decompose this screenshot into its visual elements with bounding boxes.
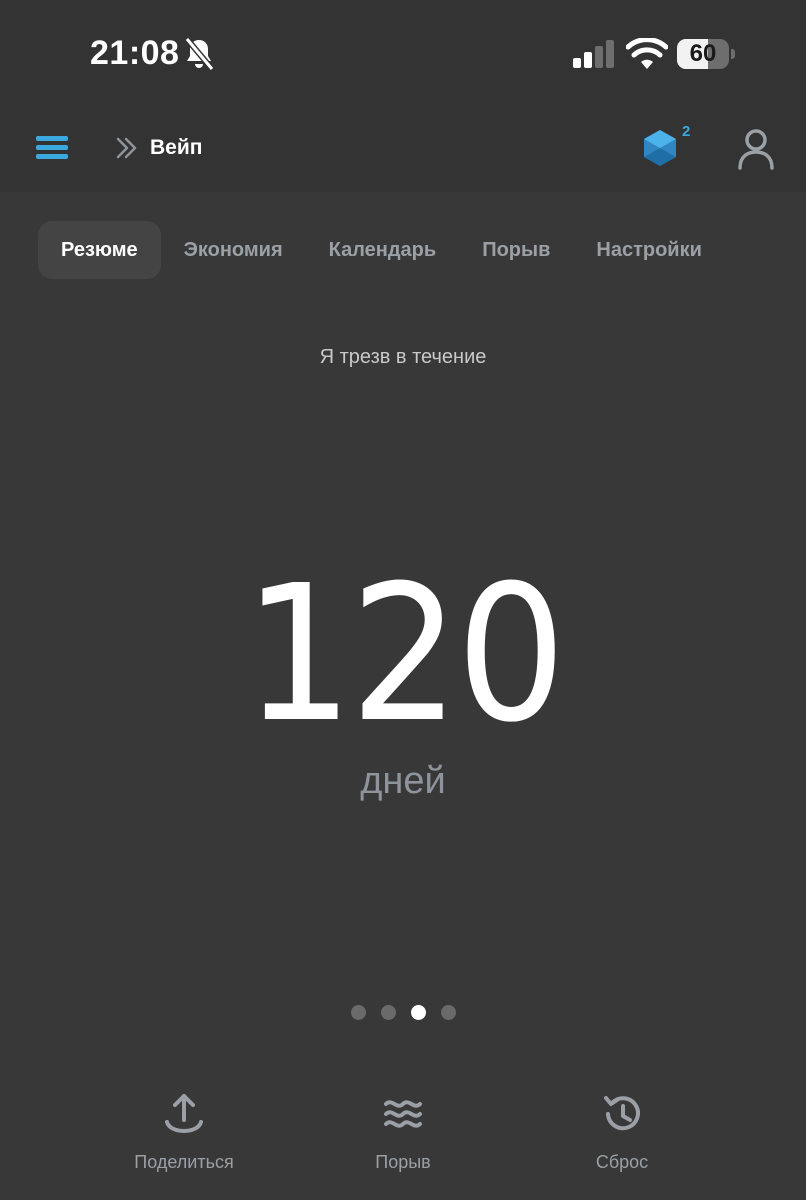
waves-icon bbox=[384, 1100, 422, 1128]
tab-craving[interactable]: Порыв bbox=[459, 221, 573, 279]
history-icon bbox=[604, 1096, 640, 1131]
tab-summary[interactable]: Резюме bbox=[38, 221, 161, 279]
share-label: Поделиться bbox=[134, 1152, 234, 1172]
wifi-icon bbox=[626, 38, 668, 69]
cube-badge: 2 bbox=[682, 123, 691, 140]
share-icon bbox=[165, 1094, 203, 1133]
menu-icon[interactable] bbox=[30, 128, 74, 168]
page-dot-3[interactable] bbox=[410, 1005, 426, 1020]
page-dot-4[interactable] bbox=[440, 1005, 456, 1020]
page-dot-2[interactable] bbox=[380, 1005, 396, 1020]
tab-settings[interactable]: Настройки bbox=[573, 221, 725, 279]
counter-subtitle: Я трезв в течение bbox=[319, 346, 487, 368]
counter-unit: дней bbox=[360, 760, 446, 802]
bell-off-icon bbox=[184, 37, 215, 71]
share-button[interactable]: Поделиться bbox=[84, 1090, 284, 1173]
tab-calendar[interactable]: Календарь bbox=[306, 221, 460, 279]
craving-button[interactable]: Порыв bbox=[303, 1090, 503, 1173]
page-indicator bbox=[0, 1005, 806, 1021]
bottom-actions: Поделиться Порыв Сброс bbox=[0, 1090, 806, 1190]
cube-icon bbox=[644, 130, 676, 166]
battery-icon: 60 bbox=[677, 39, 735, 69]
craving-label: Порыв bbox=[375, 1152, 431, 1172]
app-screen: 21:08 60 Вейп 2 Резюме Экономия Календар… bbox=[0, 0, 806, 1200]
tab-bar: Резюме Экономия Календарь Порыв Настройк… bbox=[38, 221, 725, 279]
app-title: Вейп bbox=[150, 136, 203, 159]
battery-text: 60 bbox=[689, 40, 717, 67]
counter-value: 120 bbox=[243, 545, 566, 764]
signal-icon bbox=[573, 40, 614, 68]
status-bar: 21:08 60 bbox=[0, 0, 806, 100]
status-time: 21:08 bbox=[90, 34, 180, 72]
chevrons-right-icon bbox=[116, 137, 137, 159]
breadcrumb: Вейп bbox=[114, 130, 202, 166]
reset-button[interactable]: Сброс bbox=[522, 1090, 722, 1173]
user-icon[interactable] bbox=[734, 126, 778, 170]
tab-savings[interactable]: Экономия bbox=[161, 221, 306, 279]
reset-label: Сброс bbox=[595, 1152, 649, 1172]
cube-button[interactable]: 2 bbox=[640, 122, 700, 172]
app-header: Вейп 2 bbox=[0, 100, 806, 192]
page-dot-1[interactable] bbox=[350, 1005, 366, 1020]
